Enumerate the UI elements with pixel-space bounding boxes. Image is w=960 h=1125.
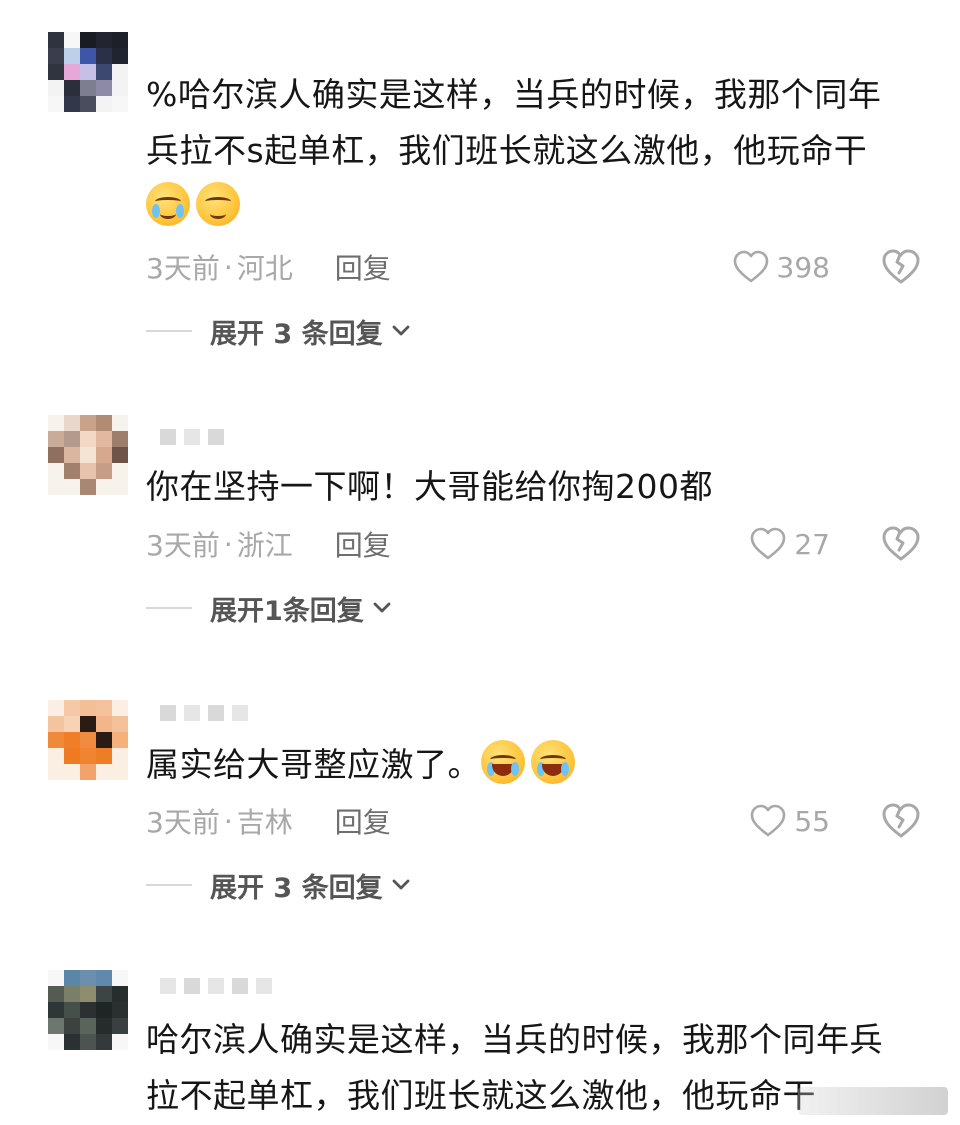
like-count: 55 [794,804,830,838]
avatar[interactable] [48,32,128,112]
like-count: 398 [776,250,830,284]
meta-separator: · [223,527,233,561]
pleading-tears-emoji-icon [146,182,190,226]
reply-button[interactable]: 回复 [335,247,391,287]
comment-text: 属实给大哥整应激了。 [146,737,926,793]
divider [146,884,192,886]
username-redacted[interactable] [160,704,248,722]
comment-text-line: 属实给大哥整应激了。 [146,745,481,784]
expand-replies-label: 展开 3 条回复 [210,318,383,350]
comment-meta: 3天前 · 吉林 回复 [146,801,391,841]
broken-heart-icon[interactable] [881,801,921,841]
like-button[interactable]: 398 [720,247,830,287]
comment-text-line: 兵拉不s起单杠，我们班长就这么激他，他玩命干 [146,131,868,170]
reply-button[interactable]: 回复 [335,801,391,841]
smiling-emoji-icon [196,182,240,226]
like-count: 27 [794,527,830,561]
watermark [798,1087,948,1115]
meta-separator: · [223,250,233,284]
heart-outline-icon [751,527,786,560]
chevron-down-icon [392,325,409,336]
comment-location: 河北 [236,252,293,285]
comment-text-line: 哈尔滨人确实是这样，当兵的时候，我那个同年兵 [146,1020,883,1059]
comment-location: 浙江 [236,529,293,562]
expand-replies-button[interactable]: 展开 3 条回复 [146,311,411,351]
laughing-crying-emoji-icon [531,740,575,784]
comment-time: 3天前 [146,529,220,562]
avatar[interactable] [48,970,128,1050]
expand-replies-button[interactable]: 展开 3 条回复 [146,865,411,905]
expand-replies-label: 展开1条回复 [210,595,364,627]
comment-meta: 3天前 · 浙江 回复 [146,524,391,564]
username-redacted[interactable] [160,977,272,995]
chevron-down-icon [373,602,391,613]
username-redacted[interactable] [160,428,224,446]
comment-text-line: 你在坚持一下啊！大哥能给你掏200都 [146,467,713,506]
chevron-down-icon [392,879,409,890]
laughing-crying-emoji-icon [481,740,525,784]
expand-replies-button[interactable]: 展开1条回复 [146,588,392,628]
broken-heart-icon[interactable] [881,524,921,564]
meta-separator: · [223,804,233,838]
heart-outline-icon [733,250,768,283]
like-button[interactable]: 27 [720,524,830,564]
comment-text-line: 拉不起单杠，我们班长就这么激他，他玩命干 [146,1076,816,1115]
comment-text: 你在坚持一下啊！大哥能给你掏200都 [146,459,926,515]
avatar[interactable] [48,700,128,780]
avatar[interactable] [48,415,128,495]
comment-text: %哈尔滨人确实是这样，当兵的时候，我那个同年 兵拉不s起单杠，我们班长就这么激他… [146,67,926,235]
divider [146,607,192,609]
expand-replies-label: 展开 3 条回复 [210,872,383,904]
divider [146,330,192,332]
heart-outline-icon [751,804,786,837]
comment-location: 吉林 [236,806,293,839]
broken-heart-icon[interactable] [881,247,921,287]
reply-button[interactable]: 回复 [335,524,391,564]
comment-meta: 3天前 · 河北 回复 [146,247,391,287]
comment-time: 3天前 [146,252,220,285]
comment-text-line: %哈尔滨人确实是这样，当兵的时候，我那个同年 [146,75,882,114]
comment-time: 3天前 [146,806,220,839]
like-button[interactable]: 55 [720,801,830,841]
